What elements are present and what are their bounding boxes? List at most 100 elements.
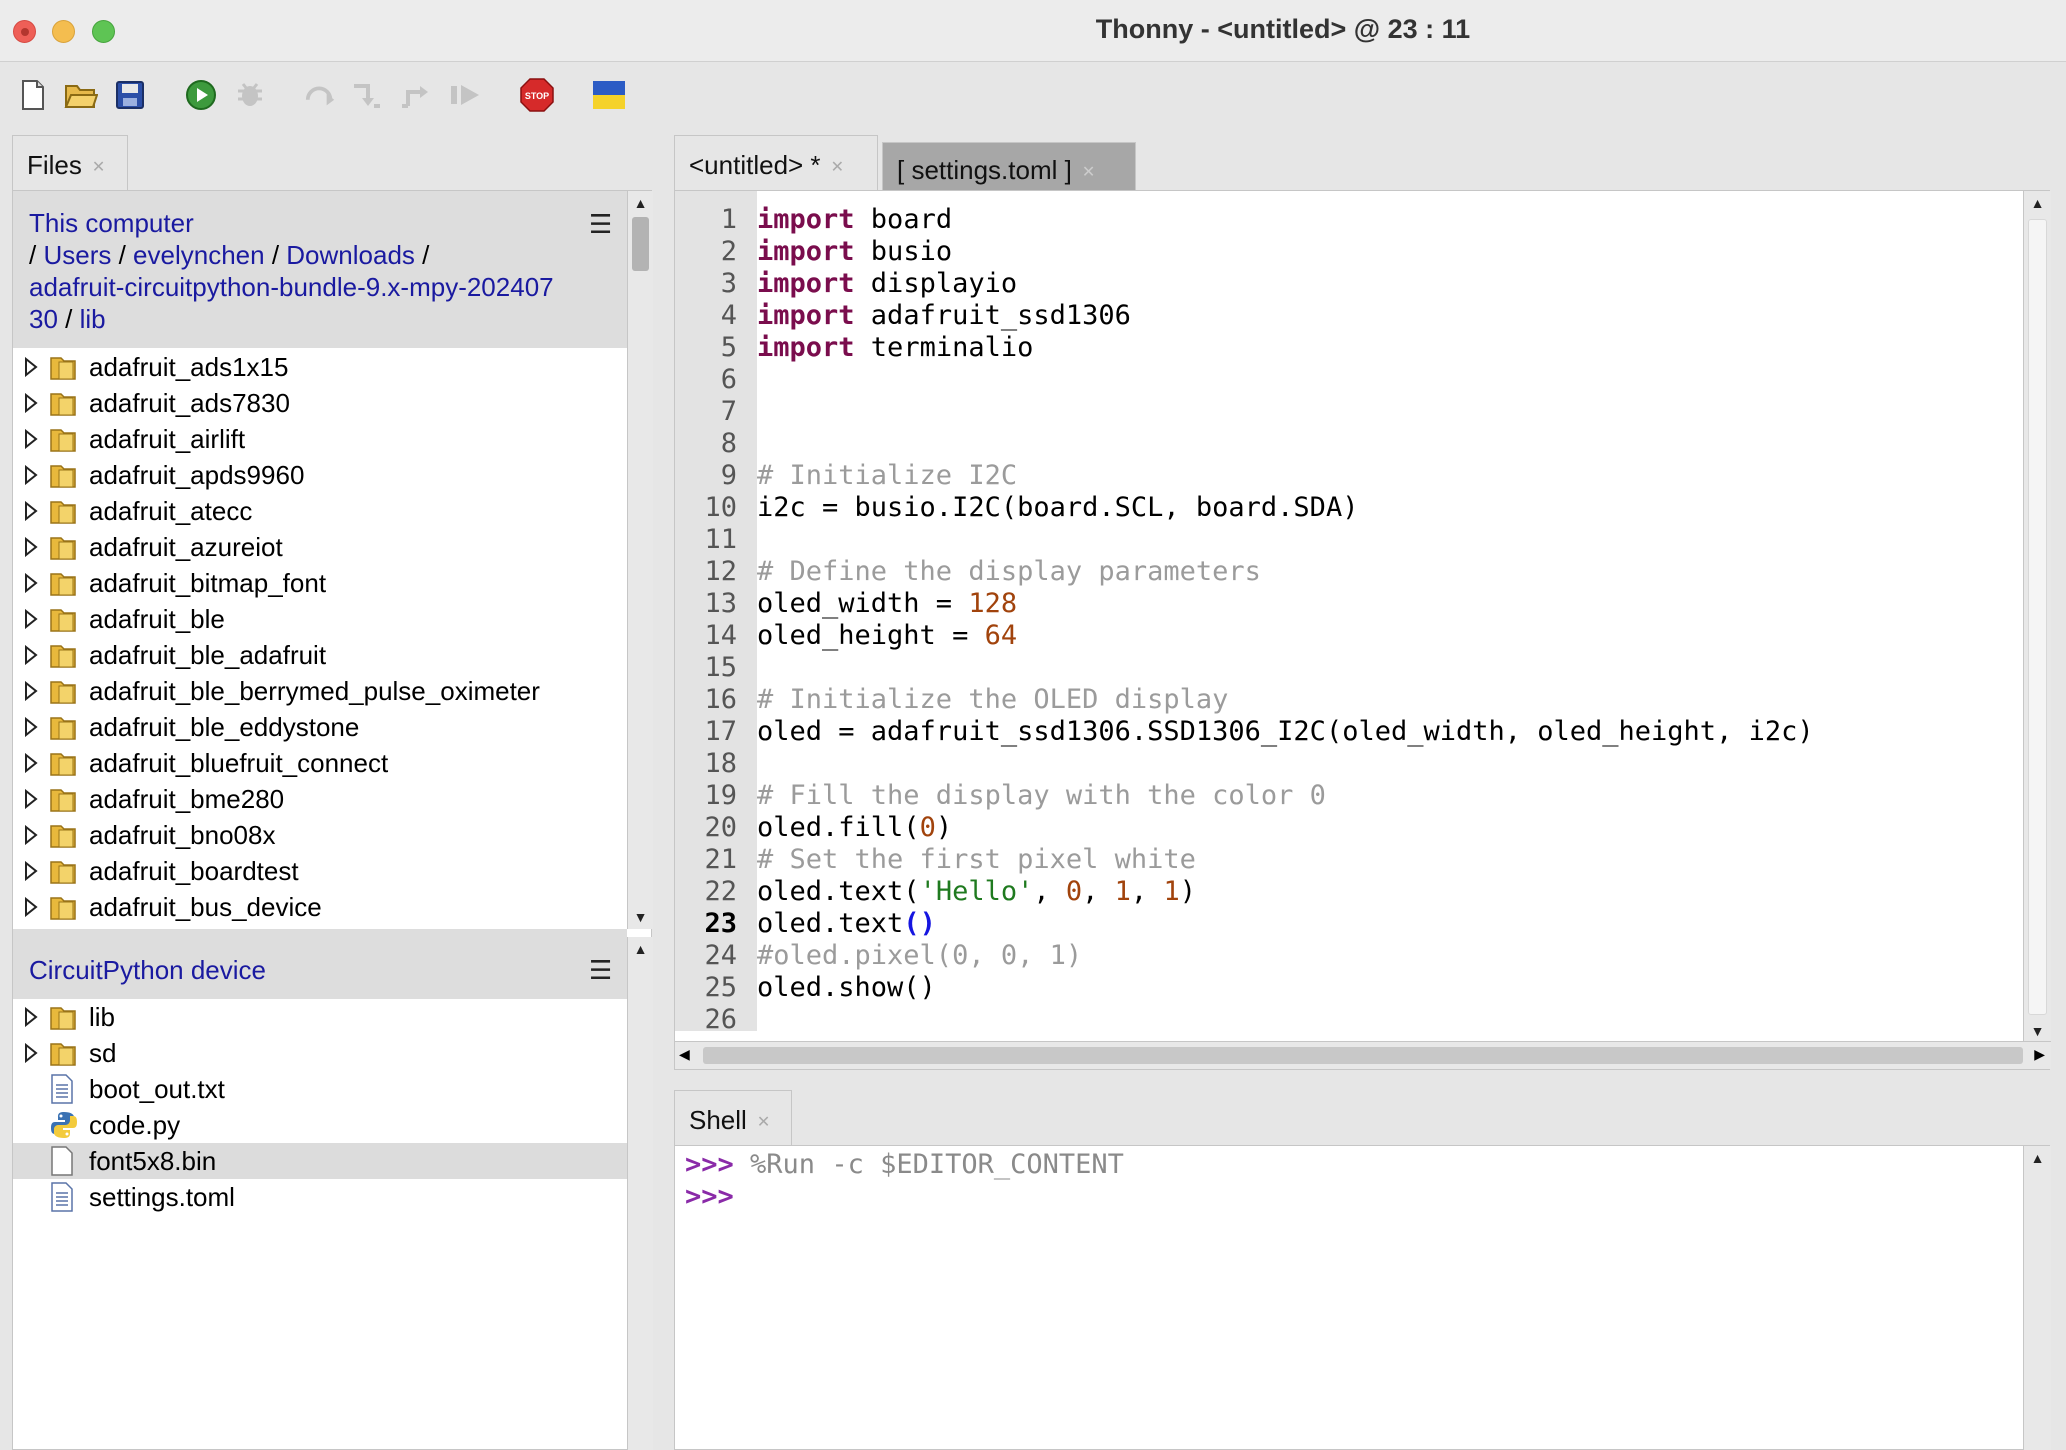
code-line-text[interactable]: oled.fill(0): [757, 812, 952, 844]
shell-console[interactable]: >>> %Run -c $EDITOR_CONTENT >>> ▲: [674, 1145, 2051, 1450]
scroll-up-icon[interactable]: ▲: [628, 937, 653, 961]
ukraine-flag-icon[interactable]: [592, 78, 626, 112]
code-line[interactable]: 9 # Initialize I2C: [675, 460, 2020, 492]
expand-arrow-icon[interactable]: [13, 645, 49, 665]
code-line[interactable]: 15: [675, 652, 2020, 684]
expand-arrow-icon[interactable]: [13, 429, 49, 449]
close-tab-icon[interactable]: ✕: [1082, 164, 1095, 181]
scroll-up-icon[interactable]: ▲: [2024, 1146, 2051, 1170]
file-tree-row[interactable]: adafruit_boardtest: [13, 853, 627, 889]
file-tree-row[interactable]: adafruit_bme280: [13, 781, 627, 817]
file-tree-row[interactable]: sd: [13, 1035, 627, 1071]
expand-arrow-icon[interactable]: [13, 753, 49, 773]
expand-arrow-icon[interactable]: [13, 465, 49, 485]
file-tree-row[interactable]: adafruit_bitmap_font: [13, 565, 627, 601]
code-line[interactable]: 7: [675, 396, 2020, 428]
tab-shell[interactable]: Shell ✕: [674, 1090, 792, 1146]
stop-icon[interactable]: STOP: [520, 78, 554, 112]
file-tree-row[interactable]: boot_out.txt: [13, 1071, 627, 1107]
expand-arrow-icon[interactable]: [13, 1043, 49, 1063]
file-tree-row[interactable]: adafruit_ble: [13, 601, 627, 637]
code-editor[interactable]: 1 import board 2 import busio 3 import displa…: [674, 190, 2051, 1070]
file-tree-row[interactable]: adafruit_bus_device: [13, 889, 627, 925]
close-tab-icon[interactable]: ✕: [757, 1114, 770, 1131]
code-line[interactable]: 22 oled.text('Hello', 0, 1, 1): [675, 876, 2020, 908]
path-root[interactable]: This computer: [29, 208, 194, 238]
code-line[interactable]: 11: [675, 524, 2020, 556]
code-line[interactable]: 21 # Set the first pixel white: [675, 844, 2020, 876]
device-scrollbar[interactable]: ▲: [627, 937, 653, 1450]
editor-vertical-scrollbar[interactable]: ▲ ▼: [2023, 191, 2051, 1043]
scrollbar-thumb[interactable]: [2028, 219, 2047, 1015]
file-tree-row[interactable]: adafruit_airlift: [13, 421, 627, 457]
code-line[interactable]: 24 #oled.pixel(0, 0, 1): [675, 940, 2020, 972]
expand-arrow-icon[interactable]: [13, 609, 49, 629]
open-folder-icon[interactable]: [64, 78, 98, 112]
code-line-text[interactable]: import terminalio: [757, 332, 1033, 364]
expand-arrow-icon[interactable]: [13, 357, 49, 377]
save-icon[interactable]: [113, 78, 147, 112]
code-line-text[interactable]: oled.text(): [757, 908, 936, 940]
code-line-text[interactable]: oled_width = 128: [757, 588, 1017, 620]
expand-arrow-icon[interactable]: [13, 825, 49, 845]
file-tree-row[interactable]: adafruit_bluefruit_connect: [13, 745, 627, 781]
expand-arrow-icon[interactable]: [13, 681, 49, 701]
shell-line[interactable]: >>>: [685, 1181, 1124, 1213]
code-line-text[interactable]: import adafruit_ssd1306: [757, 300, 1131, 332]
expand-arrow-icon[interactable]: [13, 573, 49, 593]
tab-untitled[interactable]: <untitled> * ✕: [674, 135, 878, 191]
file-tree-row[interactable]: adafruit_ble_eddystone: [13, 709, 627, 745]
file-tree-row[interactable]: settings.toml: [13, 1179, 627, 1215]
expand-arrow-icon[interactable]: [13, 897, 49, 917]
file-tree-row[interactable]: adafruit_apds9960: [13, 457, 627, 493]
shell-line[interactable]: >>> %Run -c $EDITOR_CONTENT: [685, 1149, 1124, 1181]
shell-output[interactable]: >>> %Run -c $EDITOR_CONTENT >>>: [685, 1149, 1124, 1213]
file-tree-row[interactable]: adafruit_ads7830: [13, 385, 627, 421]
tab-files[interactable]: Files ✕: [12, 135, 128, 191]
code-line[interactable]: 1 import board: [675, 204, 2020, 236]
close-tab-icon[interactable]: ✕: [831, 159, 844, 176]
code-line[interactable]: 26: [675, 1004, 2020, 1036]
editor-horizontal-scrollbar[interactable]: ◀ ▶: [675, 1041, 2051, 1069]
tab-settings-toml[interactable]: [ settings.toml ] ✕: [882, 142, 1136, 191]
code-line[interactable]: 13 oled_width = 128: [675, 588, 2020, 620]
shell-scrollbar[interactable]: ▲: [2023, 1146, 2051, 1450]
code-line[interactable]: 18: [675, 748, 2020, 780]
code-line[interactable]: 3 import displayio: [675, 268, 2020, 300]
local-menu-icon[interactable]: ☰: [589, 209, 612, 240]
code-line[interactable]: 23 oled.text(): [675, 908, 2020, 940]
file-tree-row[interactable]: font5x8.bin: [13, 1143, 627, 1179]
code-line-text[interactable]: # Define the display parameters: [757, 556, 1261, 588]
device-menu-icon[interactable]: ☰: [589, 955, 612, 986]
expand-arrow-icon[interactable]: [13, 393, 49, 413]
file-tree-row[interactable]: adafruit_ble_adafruit: [13, 637, 627, 673]
path-segment[interactable]: adafruit-circuitpython-bundle-9.x-mpy-20…: [29, 272, 554, 302]
code-line[interactable]: 17 oled = adafruit_ssd1306.SSD1306_I2C(ol…: [675, 716, 2020, 748]
expand-arrow-icon[interactable]: [13, 501, 49, 521]
scrollbar-thumb[interactable]: [632, 217, 649, 271]
scroll-down-icon[interactable]: ▼: [628, 905, 653, 929]
scroll-right-icon[interactable]: ▶: [2034, 1046, 2045, 1063]
code-line[interactable]: 5 import terminalio: [675, 332, 2020, 364]
code-line-text[interactable]: oled.text('Hello', 0, 1, 1): [757, 876, 1196, 908]
file-tree-row[interactable]: adafruit_ble_berrymed_pulse_oximeter: [13, 673, 627, 709]
new-file-icon[interactable]: [16, 78, 50, 112]
code-line[interactable]: 14 oled_height = 64: [675, 620, 2020, 652]
code-text[interactable]: 1 import board 2 import busio 3 import displa…: [675, 204, 2020, 1036]
code-line[interactable]: 25 oled.show(): [675, 972, 2020, 1004]
scrollbar-thumb[interactable]: [703, 1047, 2023, 1064]
file-tree-row[interactable]: lib: [13, 999, 627, 1035]
code-line-text[interactable]: # Initialize I2C: [757, 460, 1017, 492]
file-tree-row[interactable]: adafruit_azureiot: [13, 529, 627, 565]
expand-arrow-icon[interactable]: [13, 861, 49, 881]
code-line[interactable]: 20 oled.fill(0): [675, 812, 2020, 844]
code-line-text[interactable]: oled.show(): [757, 972, 936, 1004]
close-tab-icon[interactable]: ✕: [92, 159, 105, 176]
expand-arrow-icon[interactable]: [13, 537, 49, 557]
code-line[interactable]: 16 # Initialize the OLED display: [675, 684, 2020, 716]
path-segment[interactable]: Downloads: [286, 240, 415, 270]
code-line[interactable]: 10 i2c = busio.I2C(board.SCL, board.SDA): [675, 492, 2020, 524]
expand-arrow-icon[interactable]: [13, 789, 49, 809]
code-line-text[interactable]: i2c = busio.I2C(board.SCL, board.SDA): [757, 492, 1358, 524]
file-tree-row[interactable]: code.py: [13, 1107, 627, 1143]
